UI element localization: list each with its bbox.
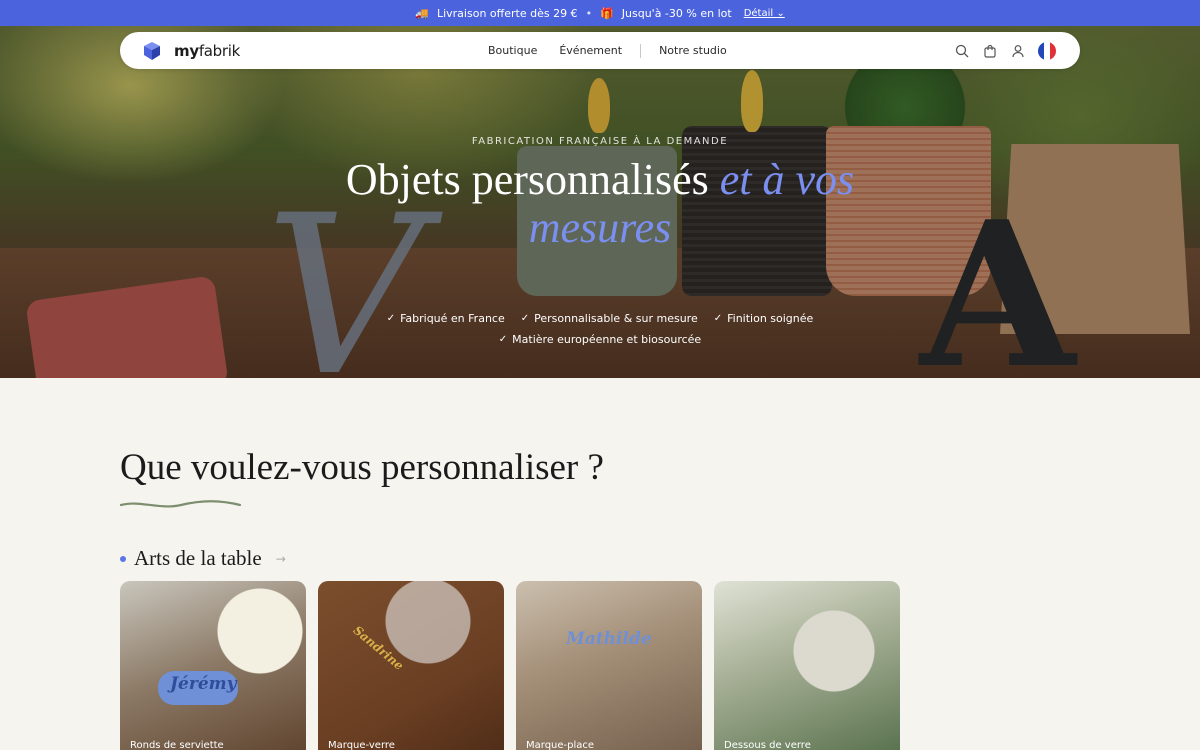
- user-icon-svg: [1012, 44, 1024, 57]
- nav-tools: [954, 41, 1056, 60]
- feature-item: ✓ Matière européenne et biosourcée: [499, 333, 701, 346]
- nav-item-boutique[interactable]: Boutique: [488, 44, 537, 57]
- category-header[interactable]: Arts de la table →: [120, 546, 286, 571]
- hero-title: Objets personnalisés et à vos mesures: [300, 156, 900, 252]
- card-decor-name: Sandrine: [350, 623, 407, 673]
- brand-name: myfabrik: [174, 42, 240, 60]
- feature-label: Matière européenne et biosourcée: [512, 333, 702, 346]
- check-icon: ✓: [713, 313, 723, 324]
- brand-rest: fabrik: [198, 41, 241, 60]
- product-card-list: Jérémy Ronds de serviette Sandrine Marqu…: [120, 581, 900, 750]
- user-icon[interactable]: [1010, 43, 1026, 59]
- announcement-bar: 🚚 Livraison offerte dès 29 € • 🎁 Jusqu'à…: [0, 0, 1200, 26]
- card-decor-name: Jérémy: [170, 674, 237, 694]
- hero-features: ✓ Fabriqué en France ✓ Personnalisable &…: [300, 312, 900, 346]
- product-card[interactable]: Dessous de verre: [714, 581, 900, 750]
- card-label: Ronds de serviette: [130, 740, 224, 750]
- feature-label: Finition soignée: [727, 312, 814, 325]
- hero-banner: V A FABRICATION FRANÇAISE À LA DEMANDE O…: [0, 26, 1200, 378]
- category-title: Arts de la table: [134, 546, 262, 570]
- nav-item-notre-studio[interactable]: Notre studio: [659, 44, 727, 57]
- feature-label: Personnalisable & sur mesure: [534, 312, 698, 325]
- product-card[interactable]: Mathilde Marque-place: [516, 581, 702, 750]
- feature-item: ✓ Personnalisable & sur mesure: [521, 312, 698, 325]
- feature-item: ✓ Finition soignée: [714, 312, 814, 325]
- feature-item: ✓ Fabriqué en France: [387, 312, 505, 325]
- truck-icon: 🚚: [415, 6, 429, 20]
- promo-text: Jusqu'à -30 % en lot: [621, 6, 732, 20]
- cart-icon-svg: [984, 44, 996, 58]
- check-icon: ✓: [520, 313, 530, 324]
- detail-link[interactable]: Détail ⌄: [744, 8, 785, 19]
- product-card[interactable]: Sandrine Marque-verre: [318, 581, 504, 750]
- main-navigation: myfabrik Boutique Événement Notre studio: [120, 32, 1080, 69]
- nav-menu: Boutique Événement Notre studio: [488, 43, 727, 58]
- check-icon: ✓: [498, 334, 508, 345]
- cart-icon[interactable]: [982, 43, 998, 59]
- category-bullet: [120, 555, 126, 562]
- card-label: Dessous de verre: [724, 740, 811, 750]
- cube-logo-icon: [144, 41, 160, 60]
- gift-icon: 🎁: [600, 6, 614, 20]
- section-title: Que voulez-vous personnaliser ?: [120, 447, 604, 488]
- title-underline-squiggle: [120, 500, 242, 508]
- card-label: Marque-place: [526, 740, 595, 750]
- arrow-right-icon: →: [275, 551, 286, 566]
- chevron-down-icon: ⌄: [776, 7, 785, 19]
- product-card[interactable]: Jérémy Ronds de serviette: [120, 581, 306, 750]
- logo-link[interactable]: myfabrik: [142, 41, 240, 61]
- flag-fr-icon[interactable]: [1038, 41, 1056, 60]
- hero-eyebrow: FABRICATION FRANÇAISE À LA DEMANDE: [471, 136, 729, 147]
- search-icon[interactable]: [954, 43, 970, 59]
- search-icon-svg: [955, 44, 969, 57]
- check-icon: ✓: [386, 313, 396, 324]
- hero-title-main: Objets personnalisés: [345, 155, 720, 204]
- feature-label: Fabriqué en France: [400, 312, 505, 325]
- shipping-text: Livraison offerte dès 29 €: [436, 6, 578, 20]
- nav-item-evenement[interactable]: Événement: [559, 44, 622, 57]
- detail-label: Détail: [743, 7, 774, 19]
- nav-divider: [640, 43, 642, 58]
- card-decor-name: Mathilde: [566, 629, 652, 649]
- card-label: Marque-verre: [328, 740, 395, 750]
- separator: •: [585, 6, 593, 20]
- brand-bold: my: [174, 41, 199, 60]
